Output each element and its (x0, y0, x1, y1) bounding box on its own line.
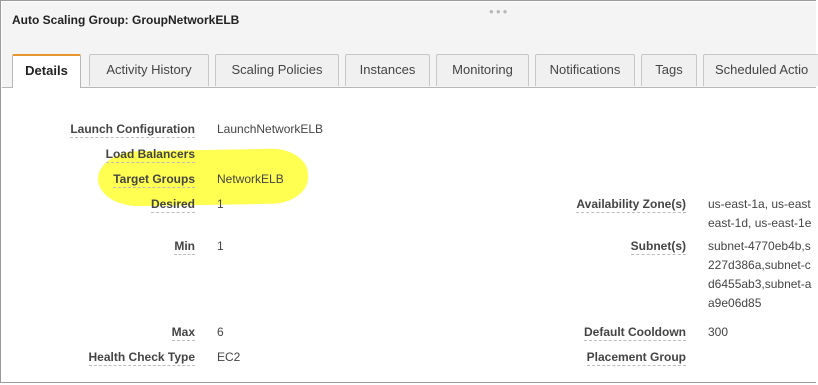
resize-handle-icon[interactable]: ●●● (489, 7, 510, 16)
tab-scheduled-actions[interactable]: Scheduled Actio (703, 54, 818, 86)
tab-tags[interactable]: Tags (641, 54, 697, 86)
launch-configuration-value: LaunchNetworkELB (217, 122, 324, 136)
tab-monitoring[interactable]: Monitoring (436, 54, 529, 86)
subnets-line: 227d386a,subnet-c (708, 258, 811, 272)
subnets-line: subnet-4770eb4b,s (708, 239, 811, 253)
health-check-type-value: EC2 (217, 350, 241, 364)
min-label: Min (174, 239, 195, 255)
tab-activity-history[interactable]: Activity History (89, 54, 209, 86)
subnets-label: Subnet(s) (630, 239, 686, 255)
target-groups-label: Target Groups (113, 172, 195, 188)
tab-notifications[interactable]: Notifications (535, 54, 635, 86)
availability-zones-value: us-east-1a, us-east east-1d, us-east-1e (708, 195, 811, 233)
tab-bar: Details Activity History Scaling Policie… (2, 46, 818, 88)
details-panel: Launch Configuration LaunchNetworkELB Lo… (2, 88, 816, 381)
subnets-value: subnet-4770eb4b,s 227d386a,subnet-c d645… (708, 237, 811, 313)
tab-scaling-policies[interactable]: Scaling Policies (215, 54, 339, 86)
default-cooldown-label: Default Cooldown (584, 325, 686, 341)
auto-scaling-panel: ●●● Auto Scaling Group: GroupNetworkELB … (0, 0, 818, 383)
tab-details[interactable]: Details (12, 54, 81, 88)
page-title: Auto Scaling Group: GroupNetworkELB (12, 13, 240, 27)
desired-label: Desired (150, 197, 195, 213)
tab-instances[interactable]: Instances (345, 54, 430, 86)
launch-configuration-label: Launch Configuration (70, 122, 195, 138)
availability-zones-line: east-1d, us-east-1e (708, 216, 812, 230)
availability-zones-label: Availability Zone(s) (576, 197, 686, 213)
placement-group-label: Placement Group (586, 350, 686, 366)
availability-zones-line: us-east-1a, us-east (708, 197, 811, 211)
desired-value: 1 (217, 197, 224, 211)
health-check-type-label: Health Check Type (88, 350, 195, 366)
load-balancers-label: Load Balancers (105, 147, 195, 163)
subnets-line: a9e06d85 (708, 296, 762, 310)
max-label: Max (171, 325, 195, 341)
target-groups-value: NetworkELB (217, 172, 284, 186)
subnets-line: d6455ab3,subnet-a (708, 277, 812, 291)
panel-header: ●●● Auto Scaling Group: GroupNetworkELB (2, 2, 816, 46)
max-value: 6 (217, 325, 224, 339)
min-value: 1 (217, 239, 224, 253)
default-cooldown-value: 300 (708, 325, 729, 339)
